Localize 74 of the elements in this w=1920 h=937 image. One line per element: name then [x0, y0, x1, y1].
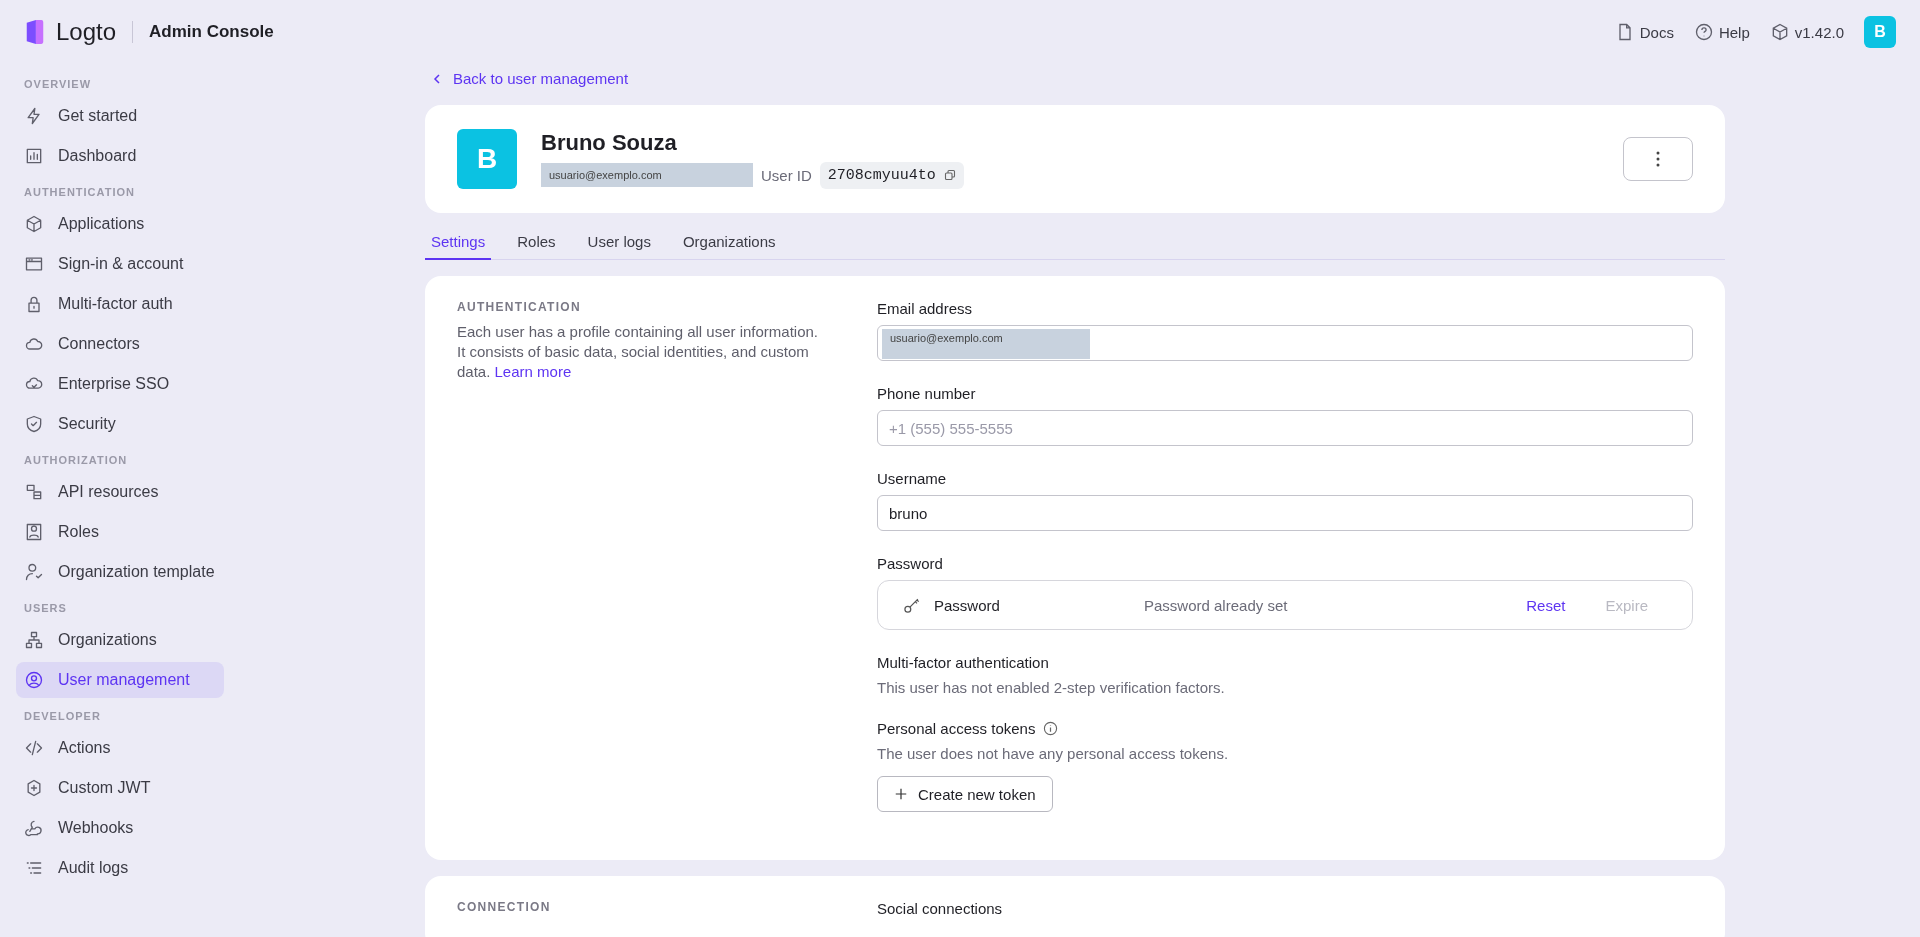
- section-heading: AUTHORIZATION: [23, 453, 129, 468]
- tab[interactable]: Organizations: [676, 227, 782, 260]
- sidebar-item[interactable]: Roles: [16, 514, 224, 550]
- field-label: Email address: [877, 300, 974, 317]
- input-field[interactable]: bruno: [877, 495, 1693, 531]
- sidebar-item[interactable]: Multi-factor auth: [16, 286, 224, 322]
- logo-icon: [24, 19, 46, 45]
- cube-icon: [24, 214, 44, 234]
- section-heading: AUTHENTICATION: [23, 185, 136, 200]
- plus-icon: [894, 787, 908, 801]
- field-label: Personal access tokens: [877, 720, 1036, 737]
- shield-icon: [24, 414, 44, 434]
- sidebar-item[interactable]: Webhooks: [16, 810, 224, 846]
- section-heading: CONNECTION: [457, 900, 552, 914]
- section-heading: USERS: [23, 601, 68, 616]
- user-avatar: B: [457, 129, 517, 189]
- code-icon: [24, 738, 44, 758]
- mfa-status-text: This user has not enabled 2-step verification factors.: [877, 679, 1226, 696]
- password-status: Password already set: [1144, 596, 1289, 614]
- sidebar-item[interactable]: User management: [16, 662, 224, 698]
- help-icon: [1693, 22, 1714, 42]
- header-link[interactable]: Docs: [1614, 22, 1674, 42]
- sidebar-item[interactable]: Enterprise SSO: [16, 366, 224, 402]
- copy-icon: [943, 169, 956, 181]
- sidebar-item[interactable]: Sign-in & account: [16, 246, 224, 282]
- tokens-status-text: The user does not have any personal access tokens.: [877, 745, 1230, 762]
- tab[interactable]: User logs: [581, 227, 657, 260]
- field-label: Social connections: [877, 900, 1004, 917]
- stacked-boxes-icon: [24, 482, 44, 502]
- section-heading: DEVELOPER: [23, 709, 102, 724]
- user-name: Bruno Souza: [541, 129, 678, 156]
- more-button[interactable]: [1623, 137, 1693, 181]
- field-label: Username: [877, 470, 948, 487]
- section-heading: AUTHENTICATION: [457, 300, 582, 314]
- sidebar-item[interactable]: Custom JWT: [16, 770, 224, 806]
- sidebar-item[interactable]: API resources: [16, 474, 224, 510]
- section-description: Each user has a profile containing all user information. It consists of basic data, social identities, and custom data. Learn more: [457, 322, 820, 382]
- redacted-email: usuario@exemplo.com: [882, 329, 1090, 359]
- header-link[interactable]: Help: [1693, 22, 1750, 42]
- product-name: Admin Console: [149, 22, 274, 42]
- tab[interactable]: Settings: [425, 227, 492, 260]
- sidebar-item[interactable]: Security: [16, 406, 224, 442]
- sidebar-item[interactable]: Connectors: [16, 326, 224, 362]
- sidebar-item[interactable]: Applications: [16, 206, 224, 242]
- sidebar-item[interactable]: Organization template: [16, 554, 224, 590]
- learn-more-link[interactable]: Learn more: [494, 363, 572, 380]
- sidebar-item[interactable]: Actions: [16, 730, 224, 766]
- bar-chart-icon: [24, 146, 44, 166]
- person-card-icon: [24, 522, 44, 542]
- info-icon: [1043, 721, 1059, 736]
- email-field[interactable]: usuario@exemplo.com: [877, 325, 1693, 361]
- more-vertical-icon: [1656, 151, 1660, 167]
- user-id-label: User ID: [761, 166, 812, 184]
- person-check-icon: [24, 562, 44, 582]
- redacted-email: usuario@exemplo.com: [541, 163, 753, 187]
- field-label: Multi-factor authentication: [877, 654, 1050, 671]
- password-action-link[interactable]: Reset: [1526, 596, 1566, 614]
- field-label: Password: [877, 555, 944, 572]
- sidebar-item[interactable]: Get started: [16, 98, 224, 134]
- section-heading: OVERVIEW: [23, 77, 93, 92]
- input-field[interactable]: +1 (555) 555-5555: [877, 410, 1693, 446]
- sidebar-item[interactable]: Dashboard: [16, 138, 224, 174]
- sidebar-item[interactable]: Organizations: [16, 622, 224, 658]
- chevron-left-icon: [431, 72, 443, 85]
- hierarchy-icon: [24, 630, 44, 650]
- header-link[interactable]: v1.42.0: [1769, 22, 1844, 42]
- password-name: Password: [934, 596, 1001, 614]
- back-link[interactable]: Back to user management: [425, 66, 635, 91]
- brand-name: Logto: [56, 18, 117, 46]
- user-id-chip[interactable]: 2708cmyuu4to: [819, 161, 964, 189]
- tab[interactable]: Roles: [511, 227, 562, 260]
- field-label: Phone number: [877, 385, 977, 402]
- sidebar-item[interactable]: Audit logs: [16, 850, 224, 886]
- create-token-button[interactable]: Create new token: [877, 776, 1053, 812]
